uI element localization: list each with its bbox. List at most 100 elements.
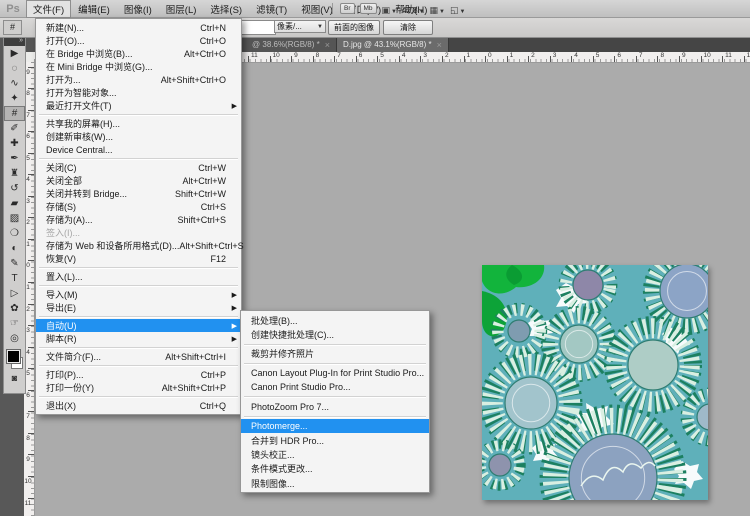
ruler-tick <box>28 411 34 412</box>
menu-item[interactable]: Canon Layout Plug-In for Print Studio Pr… <box>241 366 429 380</box>
zoom-level-control[interactable]: 42.8▼ <box>402 0 425 18</box>
path-selection-tool[interactable]: ▷ <box>4 286 25 301</box>
menu-item[interactable]: 退出(X)Ctrl+Q <box>36 399 241 412</box>
menubar-item[interactable]: 选择(S) <box>203 0 249 18</box>
menu-item[interactable]: 打开(O)...Ctrl+O <box>36 34 241 47</box>
tool-preset-picker[interactable]: # <box>3 20 22 35</box>
arrange-documents-button[interactable]: ▣▼ <box>382 0 397 18</box>
menu-item-label: 条件模式更改... <box>251 462 313 475</box>
clear-button[interactable]: 清除 <box>383 20 433 35</box>
menu-item[interactable]: 打开为...Alt+Shift+Ctrl+O <box>36 73 241 86</box>
custom-shape-tool-icon: ✿ <box>10 303 18 314</box>
chevron-down-icon: ▼ <box>419 9 425 15</box>
menu-item[interactable]: 限制图像... <box>241 476 429 490</box>
menu-item[interactable]: 关闭(C)Ctrl+W <box>36 161 241 174</box>
lasso-tool[interactable]: ∿ <box>4 76 25 91</box>
menu-item[interactable]: 存储(S)Ctrl+S <box>36 200 241 213</box>
menu-item[interactable]: 导出(E)▶ <box>36 301 241 314</box>
pen-tool[interactable]: ✎ <box>4 256 25 271</box>
custom-shape-tool[interactable]: ✿ <box>4 301 25 316</box>
menu-item[interactable]: 镜头校正... <box>241 447 429 461</box>
type-tool[interactable]: T <box>4 271 25 286</box>
menu-item[interactable]: 打印(P)...Ctrl+P <box>36 368 241 381</box>
ruler-tick <box>399 56 400 62</box>
front-image-button[interactable]: 前面的图像 <box>328 20 380 35</box>
document-image[interactable] <box>482 265 708 500</box>
menu-item[interactable]: 文件简介(F)...Alt+Shift+Ctrl+I <box>36 350 241 363</box>
foreground-color-swatch[interactable] <box>7 350 20 363</box>
menu-item-label: 导出(E) <box>46 301 76 314</box>
menu-item-label: 导入(M) <box>46 288 78 301</box>
menu-item[interactable]: 自动(U)▶ <box>36 319 241 332</box>
menubar-item[interactable]: 编辑(E) <box>71 0 117 18</box>
document-tab[interactable]: D.jpg @ 43.1%(RGB/8) *× <box>337 37 449 52</box>
menu-item[interactable]: 存储为(A)...Shift+Ctrl+S <box>36 213 241 226</box>
menu-separator <box>39 285 238 286</box>
menubar-item[interactable]: 图层(L) <box>159 0 204 18</box>
menu-item[interactable]: 导入(M)▶ <box>36 288 241 301</box>
menu-item[interactable]: 打开为智能对象... <box>36 86 241 99</box>
move-tool[interactable]: ▶ <box>4 46 25 61</box>
hand-tool[interactable]: ☞ <box>4 316 25 331</box>
zoom-tool[interactable]: ◎ <box>4 331 25 346</box>
view-extras-button[interactable]: ▦▼ <box>430 0 445 18</box>
blur-tool[interactable]: ❍ <box>4 226 25 241</box>
menu-item[interactable]: 在 Bridge 中浏览(B)...Alt+Ctrl+O <box>36 47 241 60</box>
menu-item[interactable]: 裁剪并修齐照片 <box>241 347 429 361</box>
menu-item[interactable]: 打印一份(Y)Alt+Shift+Ctrl+P <box>36 381 241 394</box>
menu-item[interactable]: Photomerge... <box>241 419 429 433</box>
menu-item[interactable]: 条件模式更改... <box>241 462 429 476</box>
brush-tool[interactable]: ✒ <box>4 151 25 166</box>
menubar-item[interactable]: 滤镜(T) <box>249 0 294 18</box>
ruler-number: 1 <box>467 53 471 59</box>
menu-item[interactable]: Device Central... <box>36 143 241 156</box>
ruler-tick <box>28 368 34 369</box>
ruler-tick <box>28 498 34 499</box>
eyedropper-tool[interactable]: ✐ <box>4 121 25 136</box>
menu-item[interactable]: 脚本(R)▶ <box>36 332 241 345</box>
dodge-tool[interactable]: ◐ <box>4 241 25 256</box>
crop-tool[interactable]: # <box>4 106 25 121</box>
history-brush-tool[interactable]: ↺ <box>4 181 25 196</box>
menu-item[interactable]: PhotoZoom Pro 7... <box>241 399 429 413</box>
quick-mask-button[interactable]: ◙ <box>4 372 25 385</box>
menu-item[interactable]: 关闭并转到 Bridge...Shift+Ctrl+W <box>36 187 241 200</box>
menu-item[interactable]: 共享我的屏幕(H)... <box>36 117 241 130</box>
menu-item[interactable]: 最近打开文件(T)▶ <box>36 99 241 112</box>
ruler-tick <box>28 67 34 68</box>
healing-brush-tool[interactable]: ✚ <box>4 136 25 151</box>
gradient-tool[interactable]: ▨ <box>4 211 25 226</box>
clone-stamp-tool[interactable]: ♜ <box>4 166 25 181</box>
menu-item[interactable]: 合并到 HDR Pro... <box>241 433 429 447</box>
menu-item[interactable]: 批处理(B)... <box>241 313 429 327</box>
menu-item[interactable]: 关闭全部Alt+Ctrl+W <box>36 174 241 187</box>
hand-tool-icon: ☞ <box>10 318 19 329</box>
menu-item[interactable]: 恢复(V)F12 <box>36 252 241 265</box>
ruler-number: 9 <box>24 457 32 463</box>
chevron-down-icon: ▼ <box>460 9 466 15</box>
menubar-item[interactable]: 图像(I) <box>117 0 159 18</box>
eraser-tool[interactable]: ▰ <box>4 196 25 211</box>
resolution-unit-dropdown[interactable]: 像素/... ▼ <box>274 20 326 33</box>
mini-bridge-button[interactable]: Mb <box>360 3 377 14</box>
menu-item-shortcut: Alt+Ctrl+W <box>182 176 236 186</box>
quick-selection-tool[interactable]: ✦ <box>4 91 25 106</box>
tab-close-icon[interactable]: × <box>437 40 442 50</box>
ruler-number: 5 <box>380 53 384 59</box>
ruler-tick <box>291 56 292 62</box>
menubar-item[interactable]: 文件(F) <box>26 0 71 18</box>
menu-item[interactable]: 在 Mini Bridge 中浏览(G)... <box>36 60 241 73</box>
dodge-tool-icon: ◐ <box>11 243 17 254</box>
bridge-button[interactable]: Br <box>340 3 355 14</box>
menu-item[interactable]: 创建快捷批处理(C)... <box>241 327 429 341</box>
toolbar-collapse-button[interactable]: » <box>4 37 25 46</box>
menu-item-label: 在 Mini Bridge 中浏览(G)... <box>46 60 153 73</box>
menu-item[interactable]: Canon Print Studio Pro... <box>241 380 429 394</box>
menu-item[interactable]: 存储为 Web 和设备所用格式(D)...Alt+Shift+Ctrl+S <box>36 239 241 252</box>
menu-item[interactable]: 新建(N)...Ctrl+N <box>36 21 241 34</box>
marquee-tool[interactable]: ◌ <box>4 61 25 76</box>
tab-close-icon[interactable]: × <box>325 40 330 50</box>
menu-item[interactable]: 创建新审核(W)... <box>36 130 241 143</box>
menu-item[interactable]: 置入(L)... <box>36 270 241 283</box>
screen-mode-button[interactable]: ◱▼ <box>450 0 465 18</box>
